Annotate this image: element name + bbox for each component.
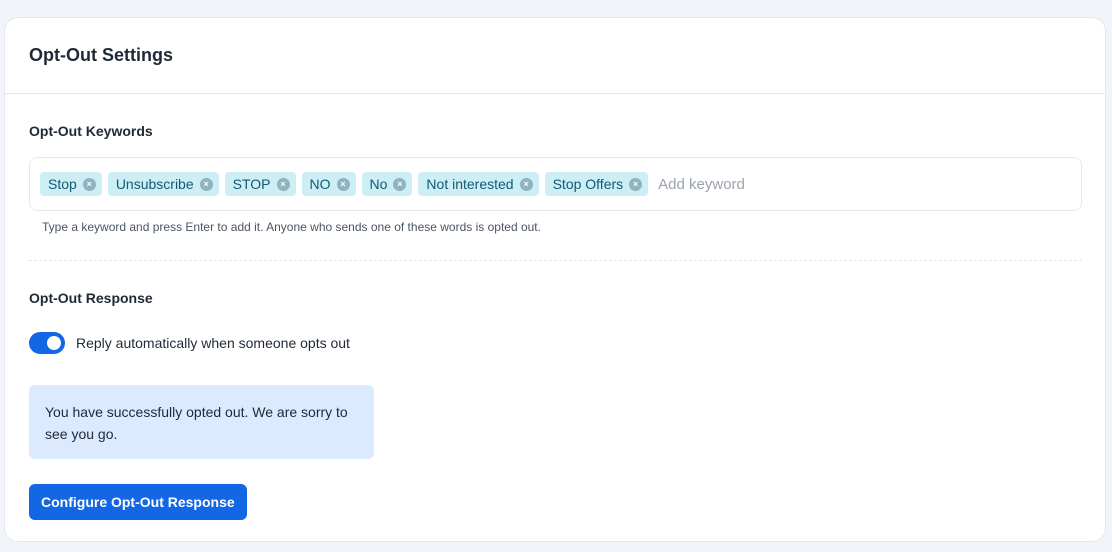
toggle-knob bbox=[47, 336, 61, 350]
response-label: Opt-Out Response bbox=[29, 290, 153, 306]
keyword-tag-label: NO bbox=[309, 176, 331, 192]
remove-keyword-icon[interactable]: × bbox=[82, 177, 96, 191]
keywords-label: Opt-Out Keywords bbox=[29, 123, 153, 139]
keyword-tag-label: Unsubscribe bbox=[115, 176, 194, 192]
remove-keyword-icon[interactable]: × bbox=[519, 177, 533, 191]
keyword-tag-label: Stop bbox=[48, 176, 77, 192]
remove-keyword-icon[interactable]: × bbox=[629, 177, 643, 191]
opt-out-settings-card: Opt-Out Settings Opt-Out Keywords Stop × U… bbox=[4, 17, 1106, 542]
keyword-tag-label: Not interested bbox=[426, 176, 514, 192]
add-keyword-input[interactable] bbox=[656, 174, 1071, 194]
keyword-tag: Not interested × bbox=[418, 172, 539, 196]
keyword-tag-label: No bbox=[369, 176, 388, 192]
auto-reply-toggle-row: Reply automatically when someone opts ou… bbox=[29, 332, 350, 354]
section-divider bbox=[29, 260, 1082, 261]
keyword-tag: Stop Offers × bbox=[544, 172, 649, 196]
remove-keyword-icon[interactable]: × bbox=[336, 177, 350, 191]
keyword-tag-label: STOP bbox=[232, 176, 271, 192]
auto-reply-toggle-label: Reply automatically when someone opts ou… bbox=[76, 335, 350, 351]
opt-out-message-preview: You have successfully opted out. We are … bbox=[29, 385, 374, 459]
keywords-help-text: Type a keyword and press Enter to add it… bbox=[42, 220, 541, 234]
keyword-tag: Unsubscribe × bbox=[107, 172, 219, 196]
configure-opt-out-response-button[interactable]: Configure Opt-Out Response bbox=[29, 484, 247, 520]
keyword-tag-label: Stop Offers bbox=[552, 176, 624, 192]
keywords-tag-input[interactable]: Stop × Unsubscribe × STOP × NO × No × Not interest… bbox=[29, 157, 1082, 211]
keyword-tag: Stop × bbox=[40, 172, 102, 196]
auto-reply-toggle[interactable] bbox=[29, 332, 65, 354]
remove-keyword-icon[interactable]: × bbox=[199, 177, 213, 191]
keyword-tag: STOP × bbox=[224, 172, 296, 196]
keyword-tag: NO × bbox=[301, 172, 356, 196]
card-header: Opt-Out Settings bbox=[5, 18, 1105, 94]
remove-keyword-icon[interactable]: × bbox=[276, 177, 290, 191]
keyword-tag: No × bbox=[361, 172, 413, 196]
page-title: Opt-Out Settings bbox=[29, 45, 173, 65]
remove-keyword-icon[interactable]: × bbox=[393, 177, 407, 191]
